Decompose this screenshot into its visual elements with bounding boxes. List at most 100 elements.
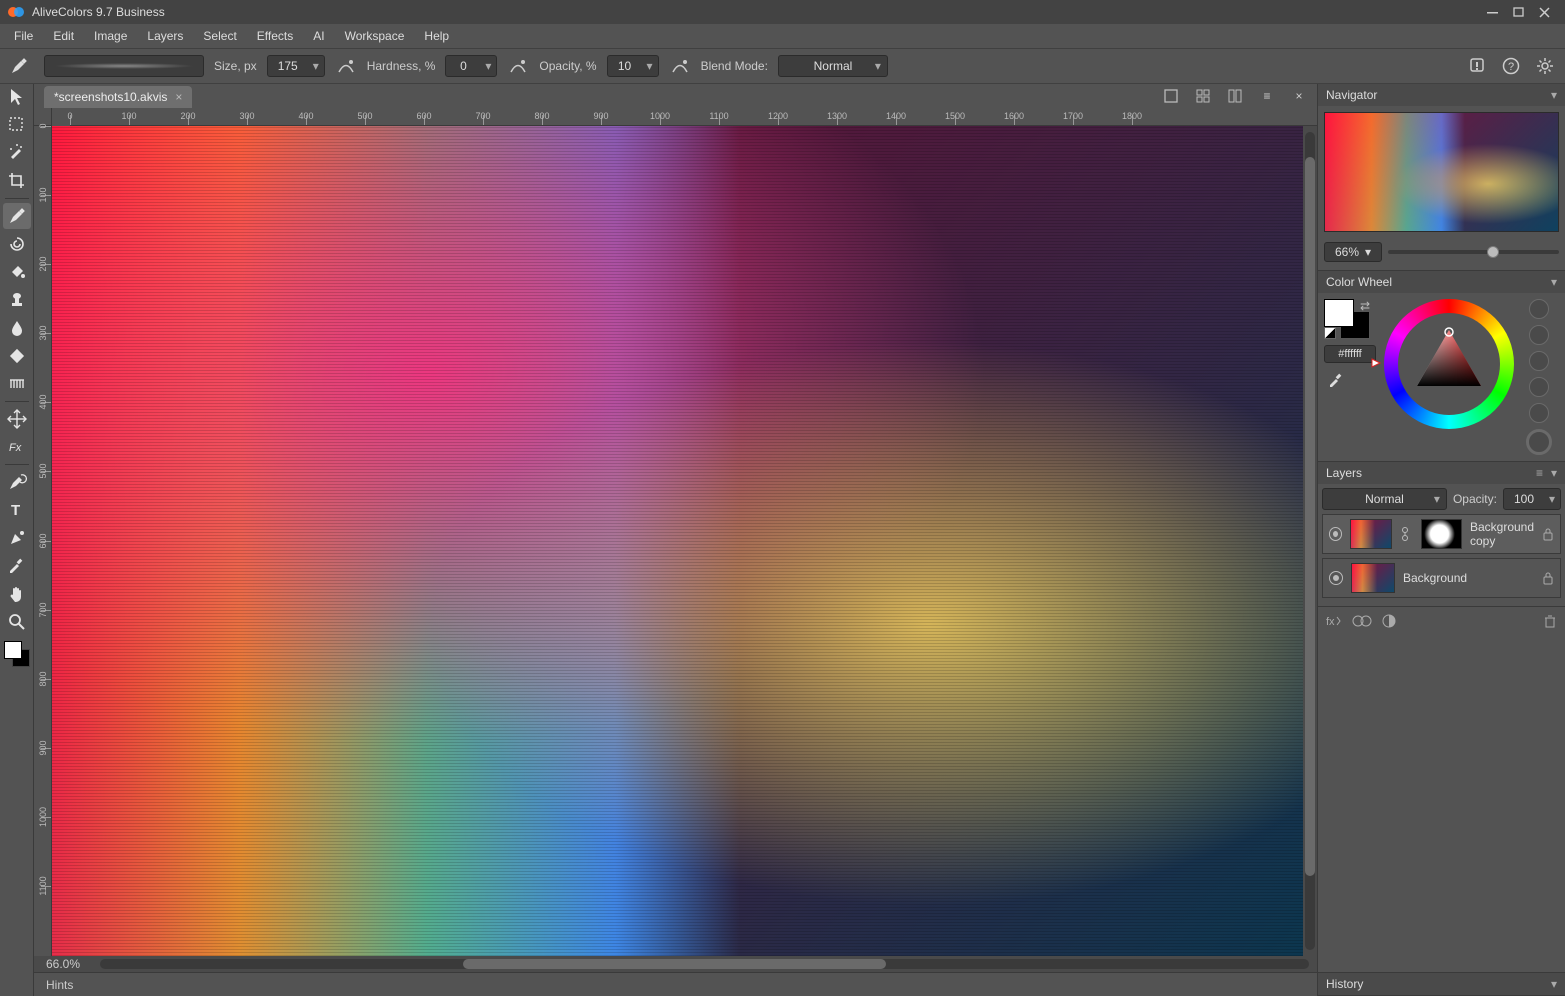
- panel-menu-icon[interactable]: ▾: [1551, 275, 1557, 289]
- tool-text[interactable]: T: [3, 497, 31, 523]
- layer-name[interactable]: Background: [1403, 571, 1534, 585]
- document-tab[interactable]: *screenshots10.akvis ×: [44, 86, 192, 108]
- canvas[interactable]: [52, 126, 1303, 956]
- lock-icon[interactable]: [1542, 527, 1554, 541]
- menu-select[interactable]: Select: [193, 26, 246, 46]
- menu-layers[interactable]: Layers: [137, 26, 193, 46]
- tool-hand[interactable]: [3, 581, 31, 607]
- layer-mask-button[interactable]: [1352, 614, 1372, 628]
- color-wheel-title: Color Wheel: [1326, 275, 1392, 289]
- layer-row[interactable]: Background: [1322, 558, 1561, 598]
- layer-row[interactable]: Background copy: [1322, 514, 1561, 554]
- tool-magic[interactable]: [3, 140, 31, 166]
- tool-pen[interactable]: [3, 525, 31, 551]
- layer-name[interactable]: Background copy: [1470, 520, 1534, 548]
- menu-bar: File Edit Image Layers Select Effects AI…: [0, 24, 1565, 48]
- layer-mask-link-icon[interactable]: [1400, 526, 1413, 542]
- menu-effects[interactable]: Effects: [247, 26, 303, 46]
- opacity-input[interactable]: 10 ▾: [607, 55, 659, 77]
- navigator-zoom-combo[interactable]: 66% ▾: [1324, 242, 1382, 262]
- opacity-label: Opacity, %: [539, 59, 596, 73]
- tool-history-brush[interactable]: [3, 469, 31, 495]
- hex-input[interactable]: #ffffff: [1324, 345, 1376, 363]
- size-pressure-toggle[interactable]: [335, 55, 357, 77]
- settings-button[interactable]: [1533, 54, 1557, 78]
- menu-file[interactable]: File: [4, 26, 43, 46]
- toolbox: Fx T: [0, 84, 34, 996]
- tool-crop[interactable]: [3, 168, 31, 194]
- tool-transform[interactable]: [3, 406, 31, 432]
- navigator-preview[interactable]: [1324, 112, 1559, 232]
- size-input[interactable]: 175 ▾: [267, 55, 325, 77]
- menu-help[interactable]: Help: [414, 26, 459, 46]
- harmony-mode-4[interactable]: [1529, 377, 1549, 397]
- foreground-color-swatch[interactable]: [1324, 299, 1354, 327]
- swap-colors-icon[interactable]: ⇄: [1360, 299, 1370, 313]
- opacity-pressure-toggle[interactable]: [669, 55, 691, 77]
- vertical-scrollbar[interactable]: [1303, 126, 1317, 956]
- layer-delete-button[interactable]: [1543, 614, 1557, 628]
- window-close-button[interactable]: [1531, 2, 1557, 22]
- layers-filter-icon[interactable]: ≡: [1536, 466, 1543, 480]
- tab-close-all-icon[interactable]: ×: [1287, 84, 1311, 108]
- layer-fx-button[interactable]: fx: [1326, 614, 1342, 628]
- hints-title: Hints: [46, 978, 73, 992]
- panel-menu-icon[interactable]: ▾: [1551, 977, 1557, 991]
- brush-preset-preview[interactable]: [44, 55, 204, 77]
- tool-smudge[interactable]: [3, 343, 31, 369]
- harmony-mode-3[interactable]: [1529, 351, 1549, 371]
- help-button[interactable]: ?: [1499, 54, 1523, 78]
- layer-thumbnail[interactable]: [1351, 563, 1395, 593]
- color-chips[interactable]: [4, 641, 30, 667]
- tool-selection[interactable]: [3, 112, 31, 138]
- tool-comb[interactable]: [3, 371, 31, 397]
- tool-move[interactable]: [3, 84, 31, 110]
- chevron-down-icon: ▾: [308, 59, 324, 73]
- tool-zoom[interactable]: [3, 609, 31, 635]
- window-maximize-button[interactable]: [1505, 2, 1531, 22]
- color-swatches[interactable]: ⇄: [1324, 299, 1370, 339]
- tool-eyedropper[interactable]: [3, 553, 31, 579]
- harmony-mode-6[interactable]: [1526, 429, 1552, 455]
- eyedropper-icon[interactable]: [1324, 369, 1346, 391]
- menu-edit[interactable]: Edit: [43, 26, 84, 46]
- layer-blend-mode-select[interactable]: Normal ▾: [1322, 488, 1447, 510]
- tool-clone[interactable]: [3, 231, 31, 257]
- notification-button[interactable]: [1465, 54, 1489, 78]
- window-minimize-button[interactable]: [1479, 2, 1505, 22]
- horizontal-scrollbar[interactable]: 66.0%: [34, 956, 1317, 972]
- tool-bucket[interactable]: [3, 259, 31, 285]
- harmony-mode-2[interactable]: [1529, 325, 1549, 345]
- foreground-color-chip[interactable]: [4, 641, 22, 659]
- panel-menu-icon[interactable]: ▾: [1551, 466, 1557, 480]
- menu-workspace[interactable]: Workspace: [335, 26, 415, 46]
- tool-brush[interactable]: [3, 203, 31, 229]
- layer-mask-thumbnail[interactable]: [1421, 519, 1462, 549]
- harmony-mode-5[interactable]: [1529, 403, 1549, 423]
- layer-thumbnail[interactable]: [1350, 519, 1391, 549]
- menu-image[interactable]: Image: [84, 26, 137, 46]
- layer-visibility-toggle[interactable]: [1329, 527, 1342, 541]
- document-image: [52, 126, 1303, 956]
- arrange-grid-icon[interactable]: [1191, 84, 1215, 108]
- tool-stamp[interactable]: [3, 287, 31, 313]
- color-wheel[interactable]: [1384, 299, 1514, 429]
- tool-fx[interactable]: Fx: [3, 434, 31, 460]
- hardness-input[interactable]: 0 ▾: [445, 55, 497, 77]
- navigator-zoom-slider[interactable]: [1388, 250, 1559, 254]
- harmony-mode-1[interactable]: [1529, 299, 1549, 319]
- blend-mode-select[interactable]: Normal ▾: [778, 55, 888, 77]
- hardness-pressure-toggle[interactable]: [507, 55, 529, 77]
- close-icon[interactable]: ×: [175, 90, 182, 104]
- layer-opacity-input[interactable]: 100 ▾: [1503, 488, 1561, 510]
- tab-menu-icon[interactable]: ≡: [1255, 84, 1279, 108]
- lock-icon[interactable]: [1542, 571, 1554, 585]
- tool-blur[interactable]: [3, 315, 31, 341]
- arrange-single-icon[interactable]: [1159, 84, 1183, 108]
- menu-ai[interactable]: AI: [303, 26, 334, 46]
- arrange-split-icon[interactable]: [1223, 84, 1247, 108]
- layer-visibility-toggle[interactable]: [1329, 571, 1343, 585]
- panel-menu-icon[interactable]: ▾: [1551, 88, 1557, 102]
- reset-colors-icon[interactable]: [1324, 327, 1336, 339]
- layer-adjust-button[interactable]: [1382, 614, 1396, 628]
